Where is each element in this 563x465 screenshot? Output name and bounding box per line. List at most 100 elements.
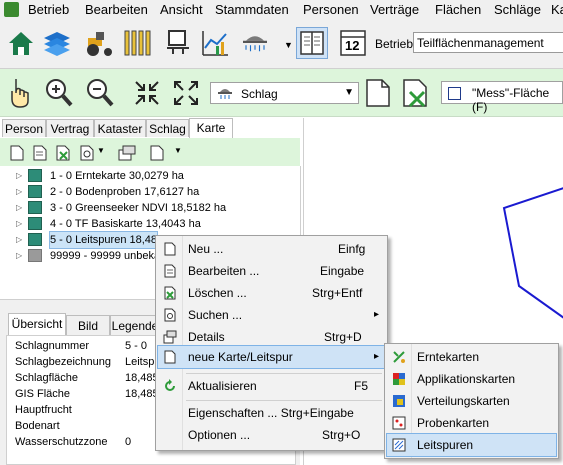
edit-doc-small-icon[interactable] bbox=[33, 145, 47, 161]
tree-item-label: 3 - 0 Greenseeker NDVI 18,5182 ha bbox=[50, 202, 227, 214]
tree-item[interactable]: ▷ 2 - 0 Bodenproben 17,6127 ha bbox=[0, 184, 300, 200]
menu-label: Details bbox=[188, 330, 225, 344]
map-icon bbox=[28, 217, 42, 230]
hand-pointer-icon[interactable] bbox=[6, 77, 34, 109]
menu-item-details[interactable]: Details Strg+D bbox=[158, 326, 385, 348]
menu-item-suchen[interactable]: Suchen ... ▸ bbox=[158, 304, 385, 326]
delete-document-icon[interactable] bbox=[402, 78, 430, 108]
zoom-out-icon[interactable] bbox=[85, 77, 115, 109]
menu-more[interactable]: Ka bbox=[551, 2, 563, 17]
submenu-item-applikationskarten[interactable]: Applikationskarten bbox=[387, 368, 556, 390]
expand-icon[interactable] bbox=[172, 79, 200, 107]
new-map-small-icon[interactable] bbox=[150, 145, 164, 161]
shrink-icon[interactable] bbox=[133, 79, 161, 107]
karte-toolbar: ▼ ▼ bbox=[0, 138, 300, 167]
home-icon[interactable] bbox=[6, 28, 36, 58]
menu-shortcut: Eingabe bbox=[320, 264, 365, 278]
layers-icon[interactable] bbox=[42, 28, 72, 58]
expand-icon[interactable]: ▷ bbox=[16, 232, 22, 248]
menu-item-neue-karte[interactable]: neue Karte/Leitspur ▸ bbox=[157, 345, 386, 369]
tubes-icon[interactable] bbox=[122, 28, 152, 58]
expand-icon[interactable]: ▷ bbox=[16, 168, 22, 184]
menu-ansicht[interactable]: Ansicht bbox=[160, 2, 203, 17]
expand-icon[interactable]: ▷ bbox=[16, 248, 22, 264]
menu-schlaege[interactable]: Schläge bbox=[494, 2, 541, 17]
chart-icon[interactable] bbox=[200, 28, 230, 58]
mess-flaeche-toggle[interactable]: "Mess"-Fläche (F) bbox=[441, 81, 563, 114]
menu-label: neue Karte/Leitspur bbox=[188, 350, 293, 364]
menu-label: Leitspuren bbox=[417, 438, 474, 452]
menu-label: Bearbeiten ... bbox=[188, 264, 260, 278]
sample-map-icon bbox=[392, 416, 406, 430]
menu-label: Verteilungskarten bbox=[417, 394, 510, 408]
submenu-item-verteilungskarten[interactable]: Verteilungskarten bbox=[387, 390, 556, 412]
menu-stammdaten[interactable]: Stammdaten bbox=[215, 2, 289, 17]
betrieb-input[interactable]: Teilflächenmanagement bbox=[413, 32, 563, 53]
menu-betrieb[interactable]: Betrieb bbox=[28, 2, 69, 17]
tab-bild[interactable]: Bild bbox=[66, 315, 110, 335]
tab-uebersicht[interactable]: Übersicht bbox=[8, 313, 66, 335]
new-document-icon[interactable] bbox=[365, 78, 391, 108]
tab-kataster[interactable]: Kataster bbox=[94, 119, 146, 137]
menu-item-eigenschaften[interactable]: Eigenschaften ... Strg+Eingabe bbox=[158, 402, 385, 424]
chevron-down-icon[interactable]: ▼ bbox=[97, 146, 105, 155]
submenu-item-erntekarten[interactable]: Erntekarten bbox=[387, 346, 556, 368]
tab-vertrag[interactable]: Vertrag bbox=[46, 119, 94, 137]
zoom-in-icon[interactable] bbox=[44, 77, 74, 109]
menu-shortcut: Einfg bbox=[338, 242, 366, 256]
search-doc-small-icon[interactable] bbox=[80, 145, 94, 161]
menu-item-optionen[interactable]: Optionen ... Strg+O bbox=[158, 424, 385, 446]
mess-checkbox[interactable] bbox=[448, 87, 461, 100]
menu-flaechen[interactable]: Flächen bbox=[435, 2, 481, 17]
dropdown-arrow-icon[interactable]: ▼ bbox=[344, 87, 354, 98]
menu-label: Aktualisieren bbox=[188, 379, 257, 393]
main-toolbar: ▼ 12 Betrieb Teilflächenmanagement bbox=[0, 20, 563, 69]
prop-label: Wasserschutzzone bbox=[15, 436, 108, 448]
distribution-map-icon bbox=[393, 395, 405, 407]
tractor-icon[interactable] bbox=[84, 28, 114, 58]
menu-item-neu[interactable]: Neu ... Einfg bbox=[158, 238, 385, 260]
menu-label: Löschen ... bbox=[188, 286, 247, 300]
tree-item[interactable]: ▷ 1 - 0 Erntekarte 30,0279 ha bbox=[0, 168, 300, 184]
context-menu: Neu ... Einfg Bearbeiten ... Eingabe Lös… bbox=[155, 235, 388, 451]
tree-item-label: 4 - 0 TF Basiskarte 13,4043 ha bbox=[50, 218, 201, 230]
menu-vertraege[interactable]: Verträge bbox=[370, 2, 419, 17]
tree-item[interactable]: ▷ 3 - 0 Greenseeker NDVI 18,5182 ha bbox=[0, 200, 300, 216]
menu-label: Suchen ... bbox=[188, 308, 243, 322]
menu-item-loeschen[interactable]: Löschen ... Strg+Entf bbox=[158, 282, 385, 304]
calendar-icon[interactable]: 12 bbox=[338, 28, 368, 58]
dolly-icon[interactable] bbox=[163, 28, 193, 58]
expand-icon[interactable]: ▷ bbox=[16, 216, 22, 232]
submenu-item-leitspuren[interactable]: Leitspuren bbox=[386, 433, 557, 457]
tab-schlag[interactable]: Schlag bbox=[146, 119, 189, 137]
book-icon[interactable] bbox=[296, 27, 328, 59]
expand-icon[interactable]: ▷ bbox=[16, 184, 22, 200]
guidance-lines-icon bbox=[392, 438, 406, 452]
new-doc-small-icon[interactable] bbox=[10, 145, 24, 161]
application-map-icon bbox=[393, 373, 405, 385]
chevron-down-icon[interactable]: ▼ bbox=[174, 146, 182, 155]
submenu-arrow-icon: ▸ bbox=[374, 351, 380, 362]
menu-label: Neu ... bbox=[188, 242, 224, 256]
tab-karte[interactable]: Karte bbox=[189, 118, 233, 138]
expand-icon[interactable]: ▷ bbox=[16, 200, 22, 216]
chevron-down-icon[interactable]: ▼ bbox=[284, 40, 293, 50]
menu-item-bearbeiten[interactable]: Bearbeiten ... Eingabe bbox=[158, 260, 385, 282]
search-doc-icon bbox=[164, 308, 176, 322]
delete-doc-small-icon[interactable] bbox=[56, 145, 70, 161]
menu-bearbeiten[interactable]: Bearbeiten bbox=[85, 2, 148, 17]
tree-item[interactable]: ▷ 4 - 0 TF Basiskarte 13,4043 ha bbox=[0, 216, 300, 232]
menu-shortcut: F5 bbox=[354, 379, 369, 393]
details-small-icon[interactable] bbox=[118, 145, 136, 161]
sprayer-icon[interactable] bbox=[240, 28, 270, 58]
menu-personen[interactable]: Personen bbox=[303, 2, 359, 17]
menu-label: Applikationskarten bbox=[417, 372, 516, 386]
tab-legende[interactable]: Legende bbox=[110, 315, 160, 335]
new-doc-icon bbox=[164, 242, 176, 256]
submenu-item-probenkarten[interactable]: Probenkarten bbox=[387, 412, 556, 434]
tab-person[interactable]: Person bbox=[2, 119, 46, 137]
menu-item-aktualisieren[interactable]: Aktualisieren F5 bbox=[158, 375, 385, 397]
schlag-combobox[interactable]: Schlag ▼ bbox=[210, 82, 359, 104]
sprayer-small-icon bbox=[218, 89, 232, 99]
prop-value: 18,485 bbox=[125, 388, 159, 400]
